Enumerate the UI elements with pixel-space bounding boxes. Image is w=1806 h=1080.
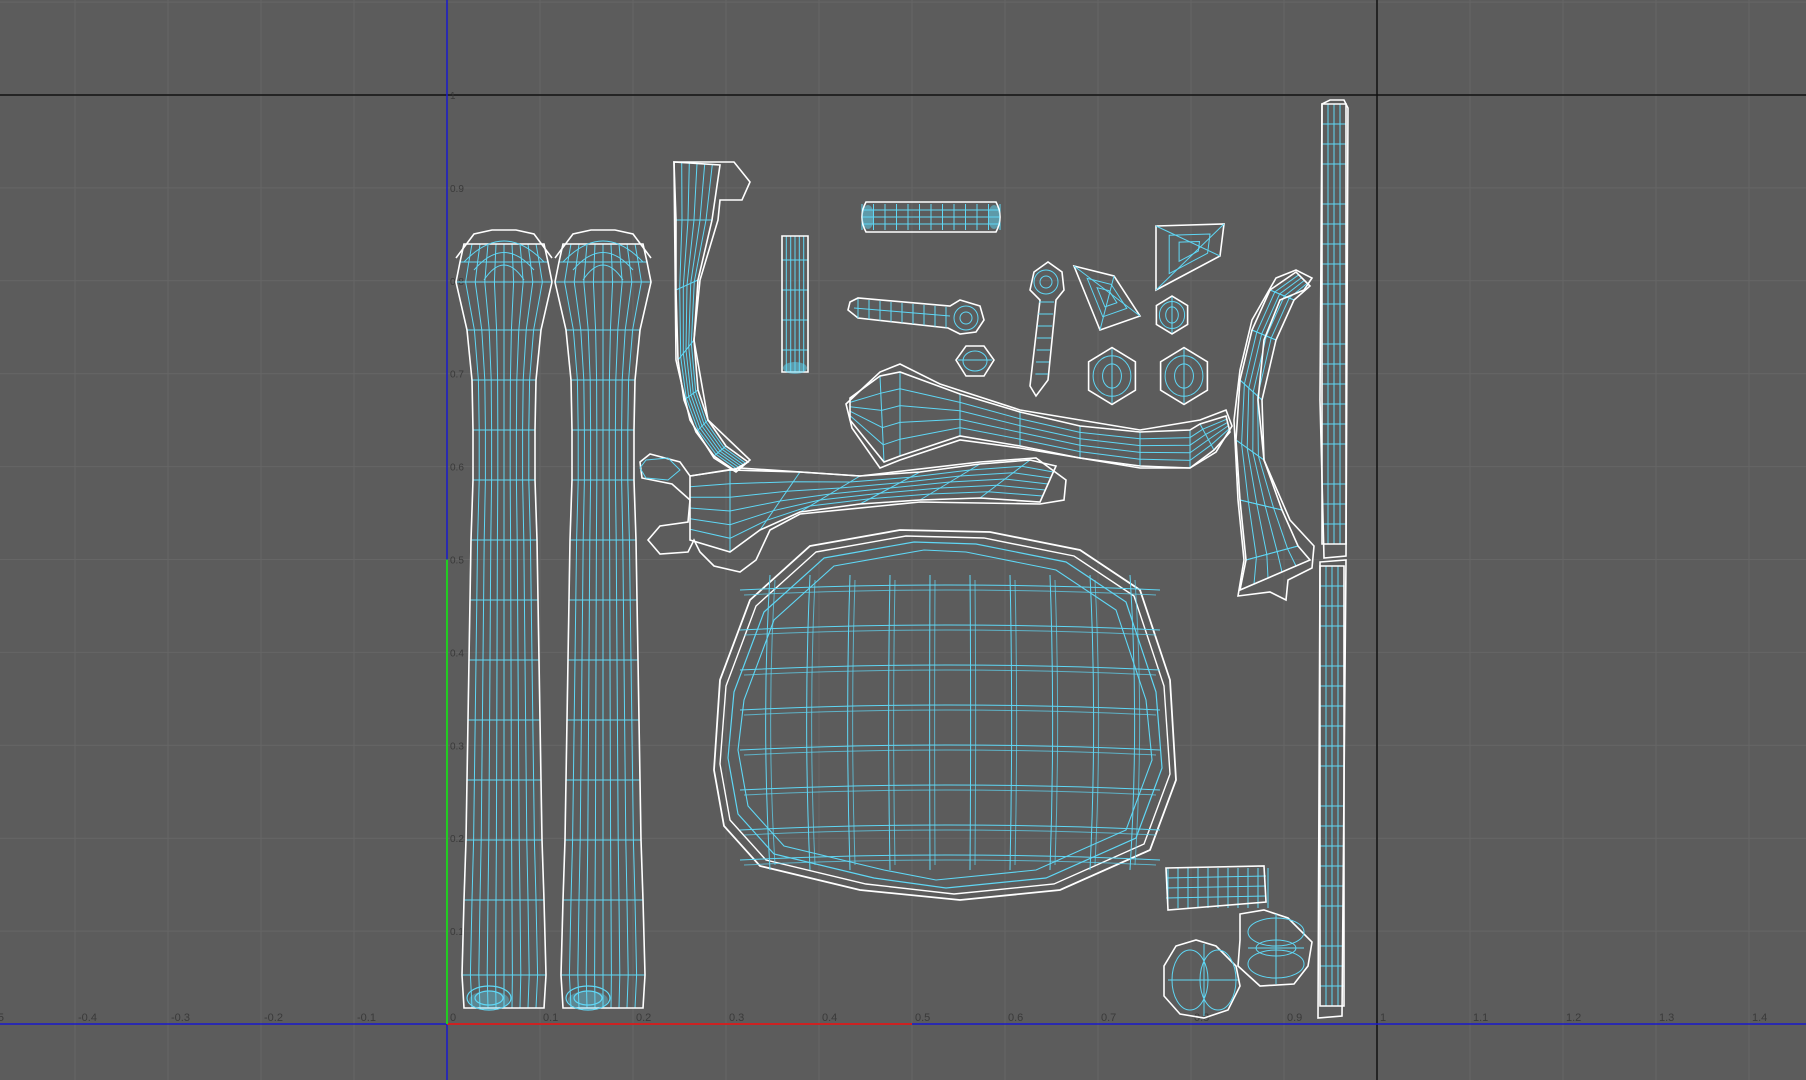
uv-shell-arm-curve-right[interactable]	[1233, 269, 1315, 602]
uv-shell-arm-curve-left[interactable]	[673, 161, 752, 473]
uv-frame	[0, 0, 1806, 1080]
u-tick-label: 1.3	[1659, 1012, 1674, 1024]
uv-shell-bone-lower[interactable]	[639, 453, 1067, 573]
uv-shell-hex-a[interactable]	[1155, 295, 1189, 335]
uv-shell-leg-right[interactable]	[554, 229, 652, 1011]
uv-canvas[interactable]: -0.5 -0.4 -0.3 -0.2 -0.1 0 0.1 0.2 0.3 0.4 0.5 0.6 0…	[0, 0, 1806, 1080]
u-tick-label: 0.1	[543, 1012, 558, 1024]
v-tick-label: 0.3	[450, 741, 464, 752]
uv-shell-cylinder-small[interactable]	[781, 235, 809, 374]
v-tick-label: 0.7	[450, 370, 464, 381]
v-tick-label: 0.1	[450, 927, 464, 938]
uv-shell-knot-a[interactable]	[1237, 909, 1313, 987]
uv-shell-rod-lower[interactable]	[1317, 559, 1347, 1019]
u-tick-label: 0.9	[1287, 1012, 1302, 1024]
uv-shell-pin-horizontal[interactable]	[847, 297, 985, 335]
uv-shell-hex-b[interactable]	[1087, 346, 1137, 406]
u-tick-label: 1.1	[1473, 1012, 1488, 1024]
uv-shell-leg-left[interactable]	[455, 229, 553, 1011]
uv-shell-knot-b[interactable]	[1163, 939, 1241, 1019]
uv-shell-bar-top[interactable]	[861, 201, 1001, 233]
uv-shell-rod-upper[interactable]	[1319, 99, 1349, 559]
uv-shell-pin-vertical[interactable]	[1029, 261, 1065, 398]
u-tick-label: -0.1	[357, 1012, 376, 1024]
u-tick-label: 0	[450, 1012, 456, 1024]
u-tick-label: 1.4	[1752, 1012, 1767, 1024]
v-tick-label: 0.9	[450, 184, 464, 195]
uv-shell-bone-upper[interactable]	[845, 363, 1233, 469]
v-tick-label: 1	[450, 91, 456, 102]
grid-lines	[0, 0, 1806, 1080]
u-tick-label: 0.4	[822, 1012, 837, 1024]
uv-shell-nut-small[interactable]	[955, 345, 995, 377]
u-tick-label: 1	[1380, 1012, 1386, 1024]
uv-shell-hex-c[interactable]	[1159, 346, 1209, 406]
v-tick-label: 0.4	[450, 648, 464, 659]
u-tick-label: 0.3	[729, 1012, 744, 1024]
uv-shell-bar-bottom[interactable]	[1165, 865, 1269, 911]
u-tick-label: 0.5	[915, 1012, 930, 1024]
uv-editor-viewport[interactable]: -0.5 -0.4 -0.3 -0.2 -0.1 0 0.1 0.2 0.3 0.4 0.5 0.6 0…	[0, 0, 1806, 1080]
u-tick-label: -0.5	[0, 1012, 4, 1024]
v-tick-label: 0.5	[450, 556, 464, 567]
u-tick-label: 0.6	[1008, 1012, 1023, 1024]
uv-shell-seat-cushion[interactable]	[713, 529, 1177, 901]
u-tick-label: 1.2	[1566, 1012, 1581, 1024]
u-tick-label: 0.2	[636, 1012, 651, 1024]
uv-shell-diamond-a[interactable]	[1072, 264, 1142, 332]
u-tick-label: -0.2	[264, 1012, 283, 1024]
u-tick-label: -0.4	[78, 1012, 97, 1024]
v-tick-label: 0.2	[450, 834, 464, 845]
uv-axes	[0, 0, 1806, 1080]
v-tick-label: 0.6	[450, 463, 464, 474]
uv-shell-diamond-b[interactable]	[1155, 223, 1225, 292]
u-tick-label: -0.3	[171, 1012, 190, 1024]
u-tick-label: 0.7	[1101, 1012, 1116, 1024]
